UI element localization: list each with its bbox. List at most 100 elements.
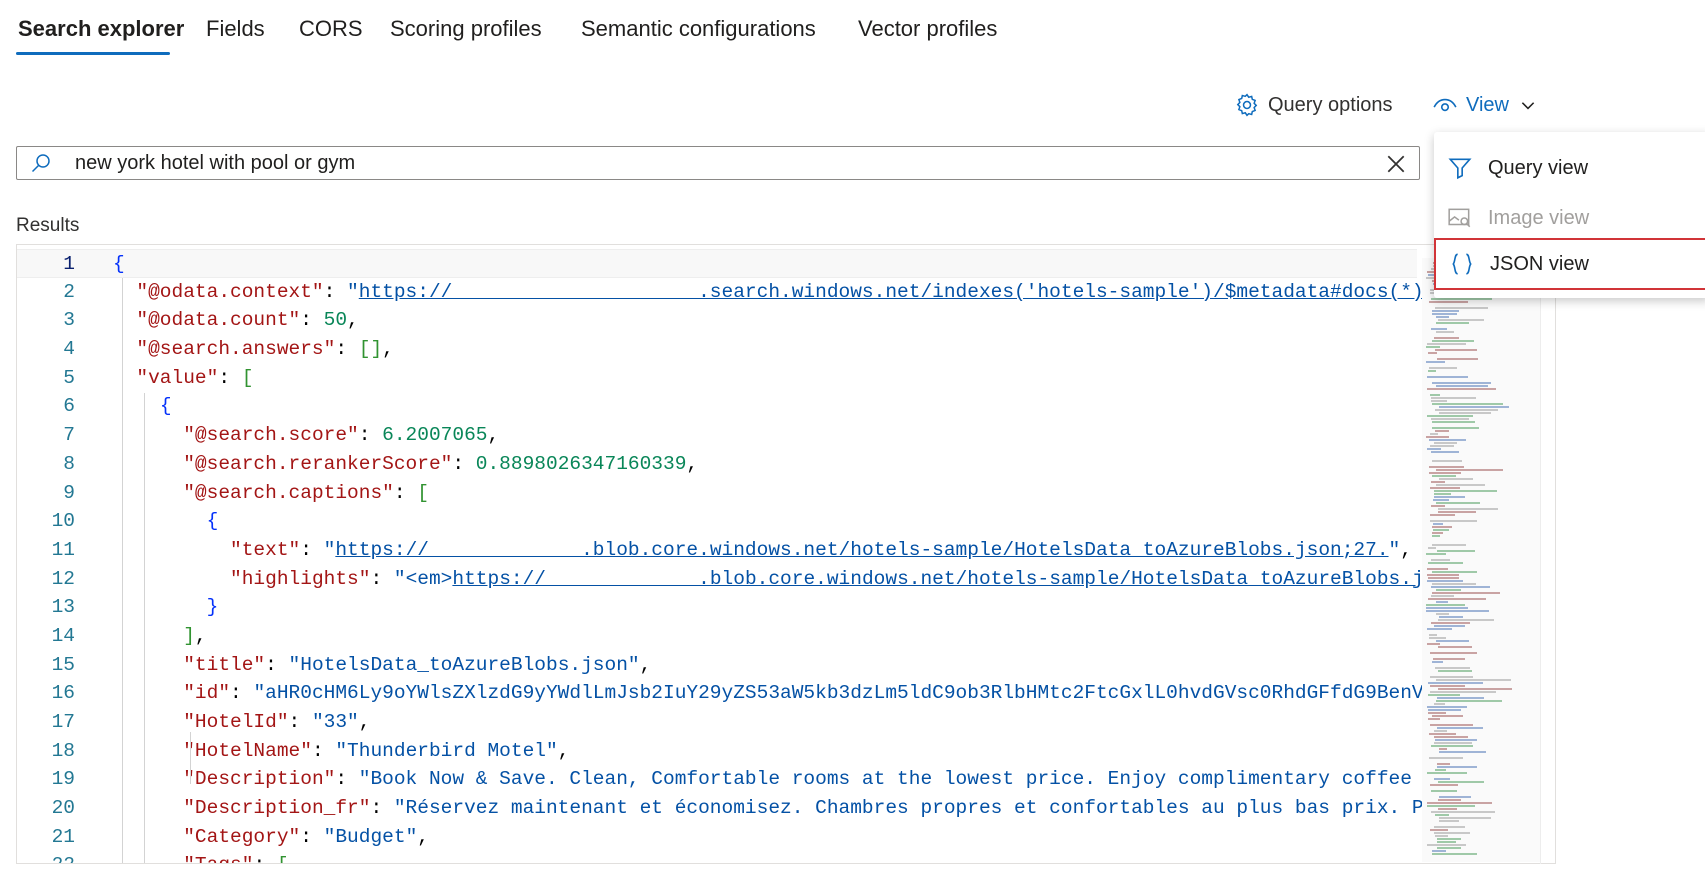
minimap-line bbox=[1429, 301, 1468, 303]
code-text: "Tags": [ bbox=[113, 851, 288, 863]
minimap-line bbox=[1433, 523, 1443, 525]
minimap-line bbox=[1431, 505, 1445, 507]
minimap-line bbox=[1426, 553, 1446, 555]
json-results-editor[interactable]: 1{2 "@odata.context": "https:// .search.… bbox=[16, 244, 1556, 864]
tab-cors[interactable]: CORS bbox=[299, 16, 363, 42]
search-input[interactable] bbox=[73, 150, 1357, 176]
menu-item-json-view[interactable]: JSON view bbox=[1434, 238, 1705, 290]
code-text: "@odata.count": 50, bbox=[136, 309, 359, 332]
code-line: 1{ bbox=[17, 249, 1417, 278]
minimap-line bbox=[1434, 742, 1472, 744]
code-text: } bbox=[206, 596, 219, 619]
tab-semantic-configurations[interactable]: Semantic configurations bbox=[581, 16, 816, 42]
code-text: "Description": "Book Now & Save. Clean, … bbox=[183, 768, 1436, 791]
minimap-line bbox=[1431, 397, 1476, 399]
image-search-icon bbox=[1446, 204, 1474, 232]
minimap-line bbox=[1427, 388, 1496, 390]
minimap-line bbox=[1434, 496, 1465, 498]
minimap-line bbox=[1434, 703, 1445, 705]
minimap-line bbox=[1434, 337, 1459, 339]
code-text: "highlights": "<em>https:// .blob.core.w… bbox=[230, 567, 1436, 590]
minimap-line bbox=[1438, 799, 1461, 801]
line-number: 5 bbox=[63, 366, 75, 389]
clear-icon[interactable] bbox=[1385, 153, 1407, 175]
minimap-line bbox=[1427, 448, 1441, 450]
minimap-line bbox=[1432, 421, 1475, 423]
minimap-line bbox=[1439, 796, 1471, 798]
minimap-line bbox=[1434, 730, 1447, 732]
minimap-line bbox=[1427, 643, 1440, 645]
minimap-line bbox=[1430, 520, 1477, 522]
braces-icon bbox=[1448, 250, 1476, 278]
code-line: 6 { bbox=[17, 392, 1417, 421]
minimap-line bbox=[1433, 499, 1449, 501]
tab-scoring-profiles[interactable]: Scoring profiles bbox=[390, 16, 542, 42]
line-number: 9 bbox=[63, 481, 75, 504]
view-menu-button[interactable]: View bbox=[1432, 90, 1537, 120]
minimap-line bbox=[1439, 412, 1491, 414]
minimap-line bbox=[1431, 418, 1469, 420]
code-line: 4 "@search.answers": [], bbox=[17, 335, 1417, 364]
minimap-line bbox=[1431, 595, 1454, 597]
minimap-line bbox=[1434, 826, 1465, 828]
filter-icon bbox=[1446, 154, 1474, 182]
code-text: "@search.score": 6.2007065, bbox=[183, 424, 500, 447]
minimap-line bbox=[1436, 601, 1448, 603]
minimap-line bbox=[1434, 625, 1465, 627]
minimap-line bbox=[1430, 394, 1440, 396]
minimap-line bbox=[1432, 340, 1474, 342]
query-options-button[interactable]: Query options bbox=[1234, 90, 1393, 120]
line-number: 6 bbox=[63, 395, 75, 418]
code-text: "HotelId": "33", bbox=[183, 711, 371, 733]
minimap-line bbox=[1435, 409, 1498, 411]
minimap-line bbox=[1431, 559, 1450, 561]
minimap-line bbox=[1432, 583, 1476, 585]
minimap-line bbox=[1427, 844, 1466, 846]
code-minimap[interactable] bbox=[1422, 258, 1540, 862]
line-number: 13 bbox=[51, 596, 75, 619]
minimap-line bbox=[1434, 442, 1457, 444]
menu-item-label: Image view bbox=[1488, 206, 1590, 229]
minimap-line bbox=[1434, 832, 1470, 834]
minimap-line bbox=[1429, 733, 1456, 735]
menu-item-query-view[interactable]: Query view bbox=[1434, 142, 1705, 194]
line-number: 8 bbox=[63, 452, 75, 475]
minimap-line bbox=[1439, 616, 1463, 618]
minimap-line bbox=[1431, 400, 1447, 402]
minimap-line bbox=[1431, 328, 1447, 330]
minimap-line bbox=[1428, 718, 1440, 720]
editor-scrollbar[interactable] bbox=[1540, 244, 1556, 864]
tab-vector-profiles[interactable]: Vector profiles bbox=[858, 16, 997, 42]
line-number: 4 bbox=[63, 338, 75, 361]
line-number: 14 bbox=[51, 624, 75, 647]
code-text: { bbox=[206, 510, 219, 533]
view-label: View bbox=[1466, 93, 1509, 116]
minimap-line bbox=[1432, 544, 1466, 546]
minimap-line bbox=[1437, 550, 1475, 552]
code-text: "title": "HotelsData_toAzureBlobs.json", bbox=[183, 653, 652, 676]
minimap-line bbox=[1435, 835, 1448, 837]
minimap-line bbox=[1430, 685, 1465, 687]
minimap-line bbox=[1431, 790, 1457, 792]
minimap-line bbox=[1428, 598, 1486, 600]
search-icon bbox=[31, 154, 50, 173]
minimap-line bbox=[1433, 529, 1449, 531]
minimap-line bbox=[1427, 574, 1459, 576]
minimap-line bbox=[1431, 745, 1473, 747]
tab-search-explorer[interactable]: Search explorer bbox=[18, 16, 184, 42]
minimap-line bbox=[1438, 619, 1494, 621]
code-text: "@search.captions": [ bbox=[183, 481, 429, 504]
tab-fields[interactable]: Fields bbox=[206, 16, 265, 42]
indent-guide bbox=[122, 278, 123, 863]
code-line: 16 "id": "aHR0cHM6Ly9oYWlsZXlzdG9yYWdlLm… bbox=[17, 679, 1436, 708]
minimap-line bbox=[1431, 622, 1470, 624]
code-line: 19 "Description": "Book Now & Save. Clea… bbox=[17, 765, 1436, 794]
minimap-line bbox=[1432, 850, 1446, 852]
minimap-line bbox=[1432, 532, 1443, 534]
minimap-line bbox=[1432, 715, 1463, 717]
chevron-down-icon bbox=[1521, 102, 1535, 110]
minimap-line bbox=[1439, 478, 1473, 480]
minimap-line bbox=[1432, 427, 1479, 429]
minimap-line bbox=[1426, 361, 1445, 363]
minimap-line bbox=[1432, 526, 1452, 528]
